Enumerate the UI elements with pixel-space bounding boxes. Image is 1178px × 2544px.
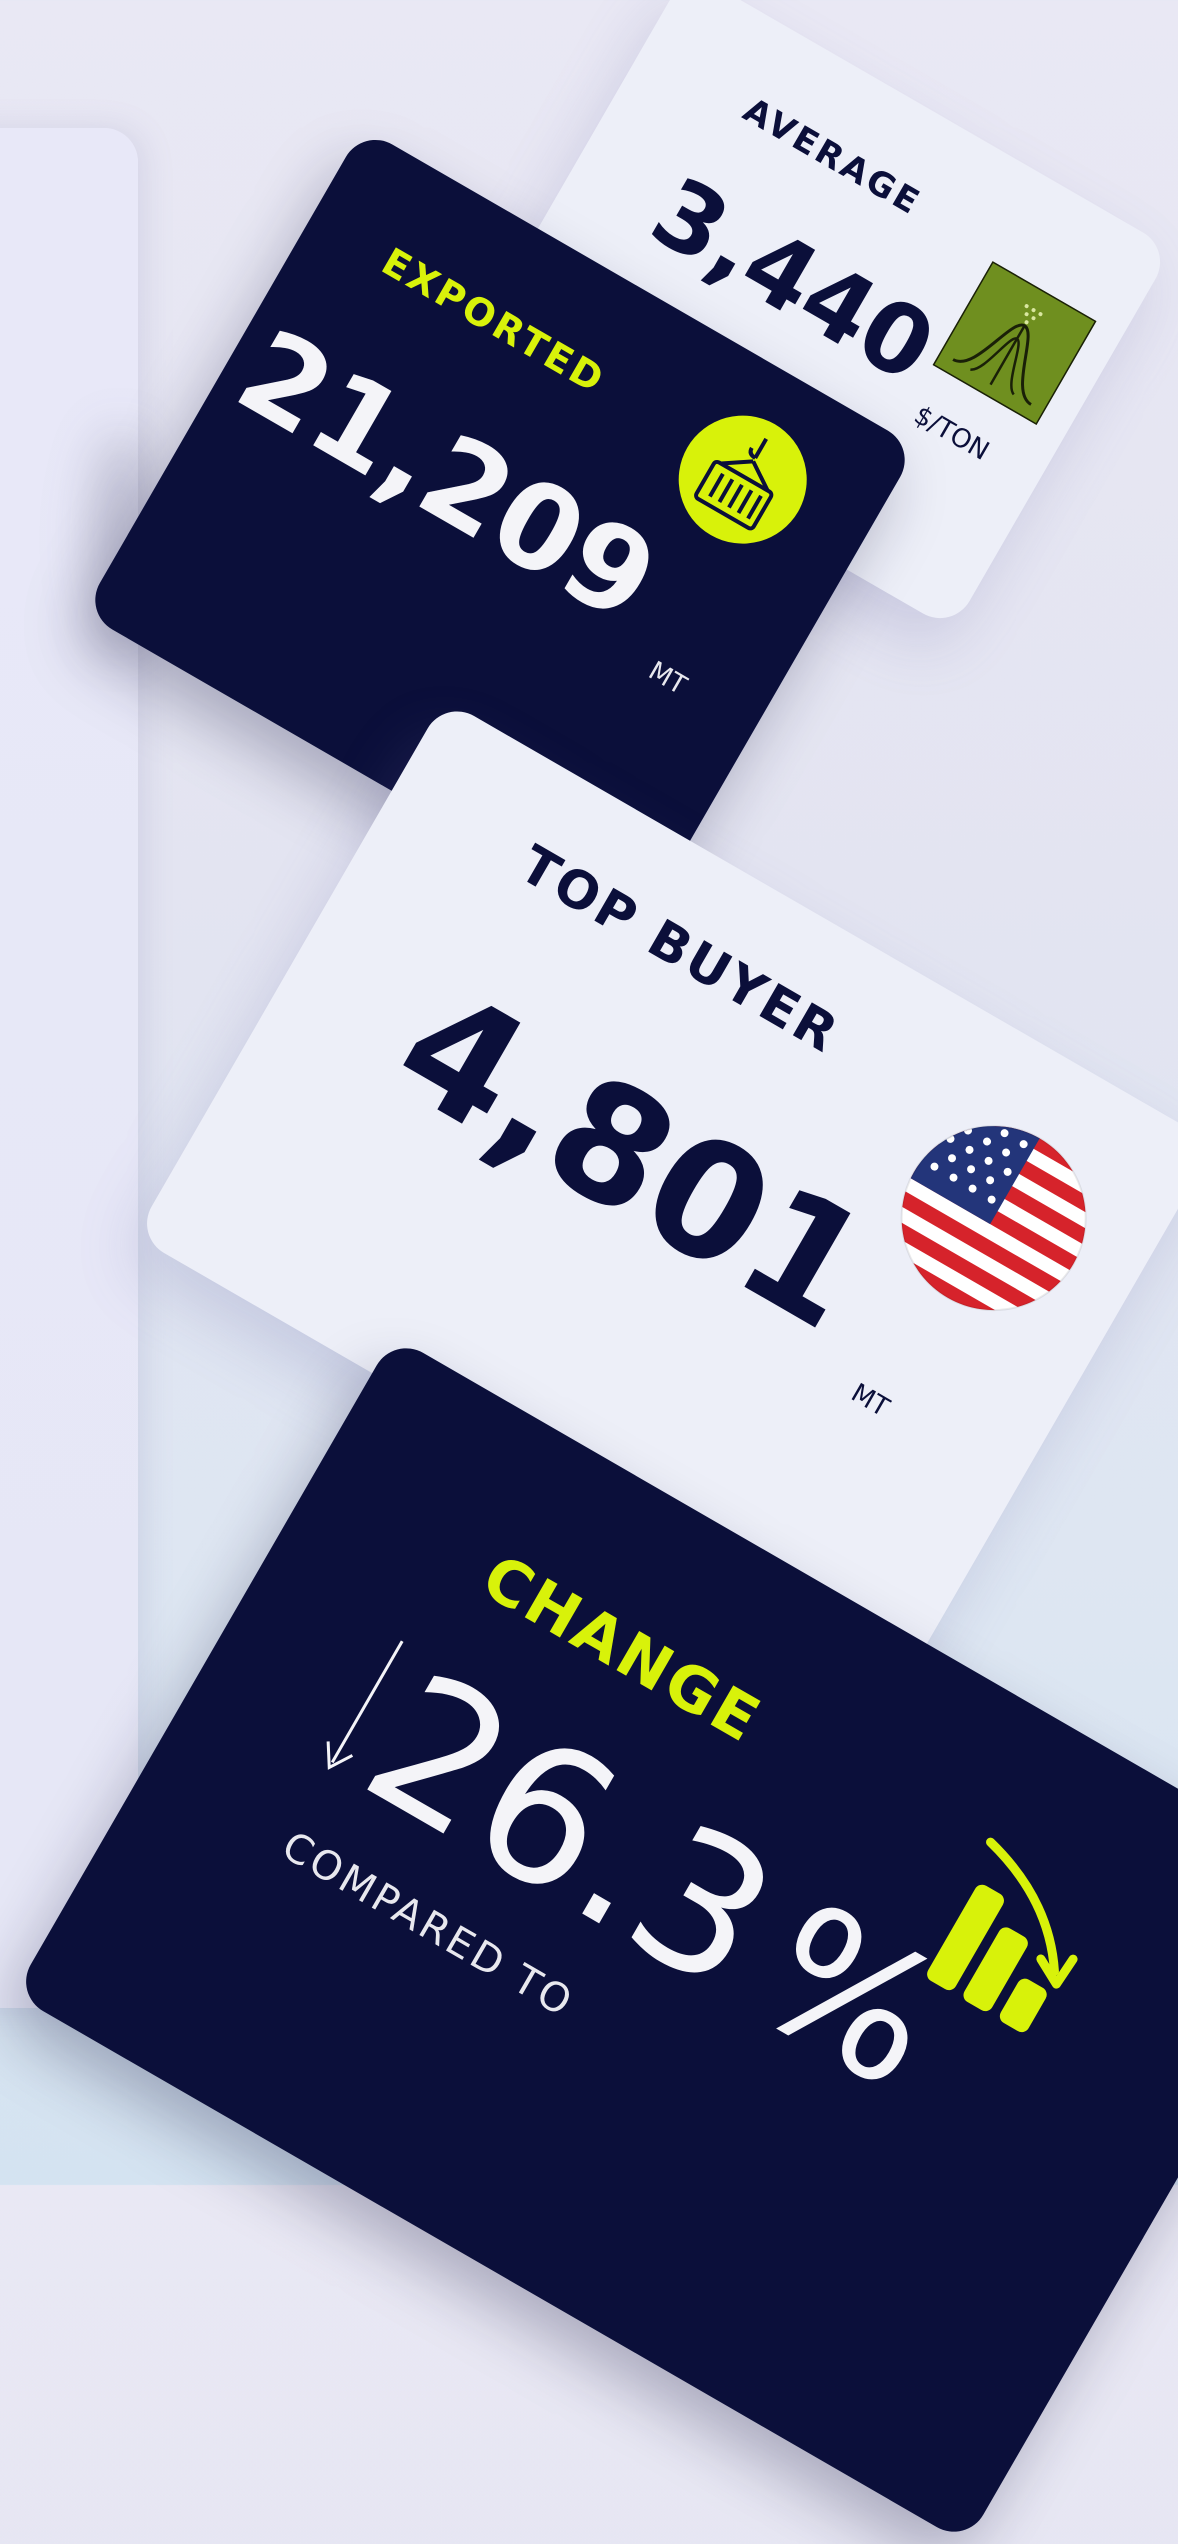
declining-bars-icon (902, 1820, 1139, 2061)
us-flag-icon (864, 1088, 1124, 1348)
exported-value: 21,209 (216, 302, 680, 650)
container-crane-icon (654, 391, 832, 569)
bell-curve-icon (930, 259, 1099, 428)
top-buyer-unit: MT (845, 1378, 895, 1424)
side-panel (0, 128, 138, 2008)
change-card: CHANGE 26.3 % COMPARED TO (13, 1335, 1178, 2544)
exported-unit: MT (643, 655, 692, 702)
average-unit: $/TON (908, 400, 994, 467)
